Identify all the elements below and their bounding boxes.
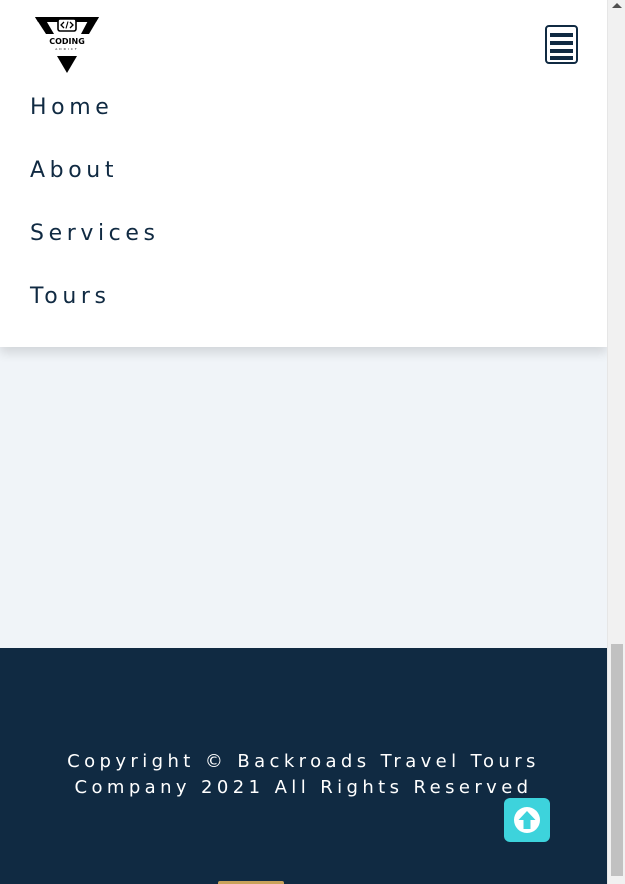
vertical-scrollbar[interactable]: [607, 0, 625, 884]
footer: Copyright © Backroads Travel Tours Compa…: [0, 648, 607, 884]
nav-item-tours: Tours: [30, 281, 160, 344]
copyright-line-1: Copyright © Backroads Travel Tours: [67, 751, 540, 772]
page-viewport: CODING ADDICT Home About Services Tours: [0, 0, 607, 884]
page-content-area: [0, 347, 607, 648]
nav-item-home: Home: [30, 92, 160, 155]
nav-link-about[interactable]: About: [30, 155, 160, 218]
nav-links: Home About Services Tours: [30, 92, 160, 344]
nav-toggle-button[interactable]: [545, 25, 578, 64]
nav-link-tours[interactable]: Tours: [30, 281, 160, 344]
copyright-text: Copyright © Backroads Travel Tours Compa…: [0, 749, 607, 801]
nav-item-services: Services: [30, 218, 160, 281]
nav-link-home[interactable]: Home: [30, 92, 160, 155]
nav-item-about: About: [30, 155, 160, 218]
scrollbar-thumb[interactable]: [611, 644, 623, 876]
scroll-to-top-button[interactable]: [504, 798, 550, 842]
arrow-up-icon: [514, 807, 540, 833]
logo[interactable]: CODING ADDICT: [34, 16, 100, 74]
logo-subtext: ADDICT: [55, 47, 79, 51]
navbar: CODING ADDICT Home About Services Tours: [0, 0, 607, 347]
logo-text: CODING: [49, 37, 85, 46]
nav-link-services[interactable]: Services: [30, 218, 160, 281]
scroll-up-arrow-icon[interactable]: [612, 3, 622, 8]
